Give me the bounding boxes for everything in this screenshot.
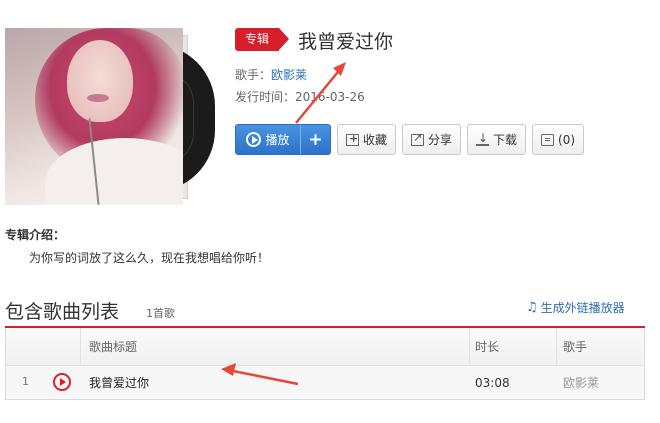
generate-player-link[interactable]: ♫ 生成外链播放器 xyxy=(526,299,625,316)
song-artist[interactable]: 欧影莱 xyxy=(557,366,644,399)
header-title: 歌曲标题 xyxy=(81,328,470,365)
action-toolbar: 播放 + 收藏 分享 下载 (0) xyxy=(235,124,585,155)
share-button[interactable]: 分享 xyxy=(402,124,462,155)
release-row: 发行时间：2016-03-26 xyxy=(235,88,365,105)
intro-heading: 专辑介绍： xyxy=(5,228,66,242)
header-artist: 歌手 xyxy=(563,340,588,354)
play-button-group: 播放 + xyxy=(235,124,331,155)
generate-player-label: 生成外链播放器 xyxy=(540,301,625,315)
share-icon xyxy=(411,131,425,146)
row-index-cell: 1 xyxy=(6,366,81,399)
song-duration: 03:08 xyxy=(475,375,510,390)
album-cover[interactable] xyxy=(5,28,183,205)
release-label: 发行时间： xyxy=(235,90,296,104)
favorite-label: 收藏 xyxy=(363,133,388,147)
favorite-button[interactable]: 收藏 xyxy=(337,124,397,155)
share-label: 分享 xyxy=(428,133,453,147)
download-icon xyxy=(476,131,490,146)
download-button[interactable]: 下载 xyxy=(467,124,527,155)
table-header: 歌曲标题 时长 歌手 xyxy=(6,328,644,366)
play-label: 播放 xyxy=(265,133,290,147)
album-badge: 专辑 xyxy=(235,28,290,51)
cover-face xyxy=(67,40,133,122)
music-note-icon: ♫ xyxy=(526,300,538,315)
add-to-playlist-button[interactable]: + xyxy=(300,125,330,154)
comment-button[interactable]: (0) xyxy=(532,124,585,155)
intro-text: 为你写的词放了这么久，现在我想唱给你听！ xyxy=(29,251,270,265)
song-list-title: 包含歌曲列表 xyxy=(5,301,120,323)
play-button[interactable]: 播放 xyxy=(236,125,300,154)
comment-icon xyxy=(541,133,555,146)
artist-label: 歌手： xyxy=(235,68,272,82)
favorite-icon xyxy=(346,132,359,146)
row-number: 1 xyxy=(22,375,29,388)
table-row[interactable]: 1 我曾爱过你 03:08 欧影莱 xyxy=(6,366,644,399)
row-play-icon[interactable] xyxy=(53,373,71,391)
cover-lips xyxy=(87,94,109,102)
header-index-cell xyxy=(6,328,81,365)
album-title: 我曾爱过你 xyxy=(298,31,394,53)
play-icon xyxy=(246,132,262,147)
comment-count: (0) xyxy=(558,132,576,147)
release-date: 2016-03-26 xyxy=(295,90,365,104)
download-label: 下载 xyxy=(493,133,518,147)
song-title[interactable]: 我曾爱过你 xyxy=(81,366,470,399)
song-table: 歌曲标题 时长 歌手 1 我曾爱过你 03:08 欧影莱 xyxy=(5,328,645,400)
song-count: 1首歌 xyxy=(146,307,175,320)
artist-link[interactable]: 欧影莱 xyxy=(271,68,307,82)
artist-row: 歌手：欧影莱 xyxy=(235,66,307,83)
header-duration: 时长 xyxy=(470,328,557,365)
